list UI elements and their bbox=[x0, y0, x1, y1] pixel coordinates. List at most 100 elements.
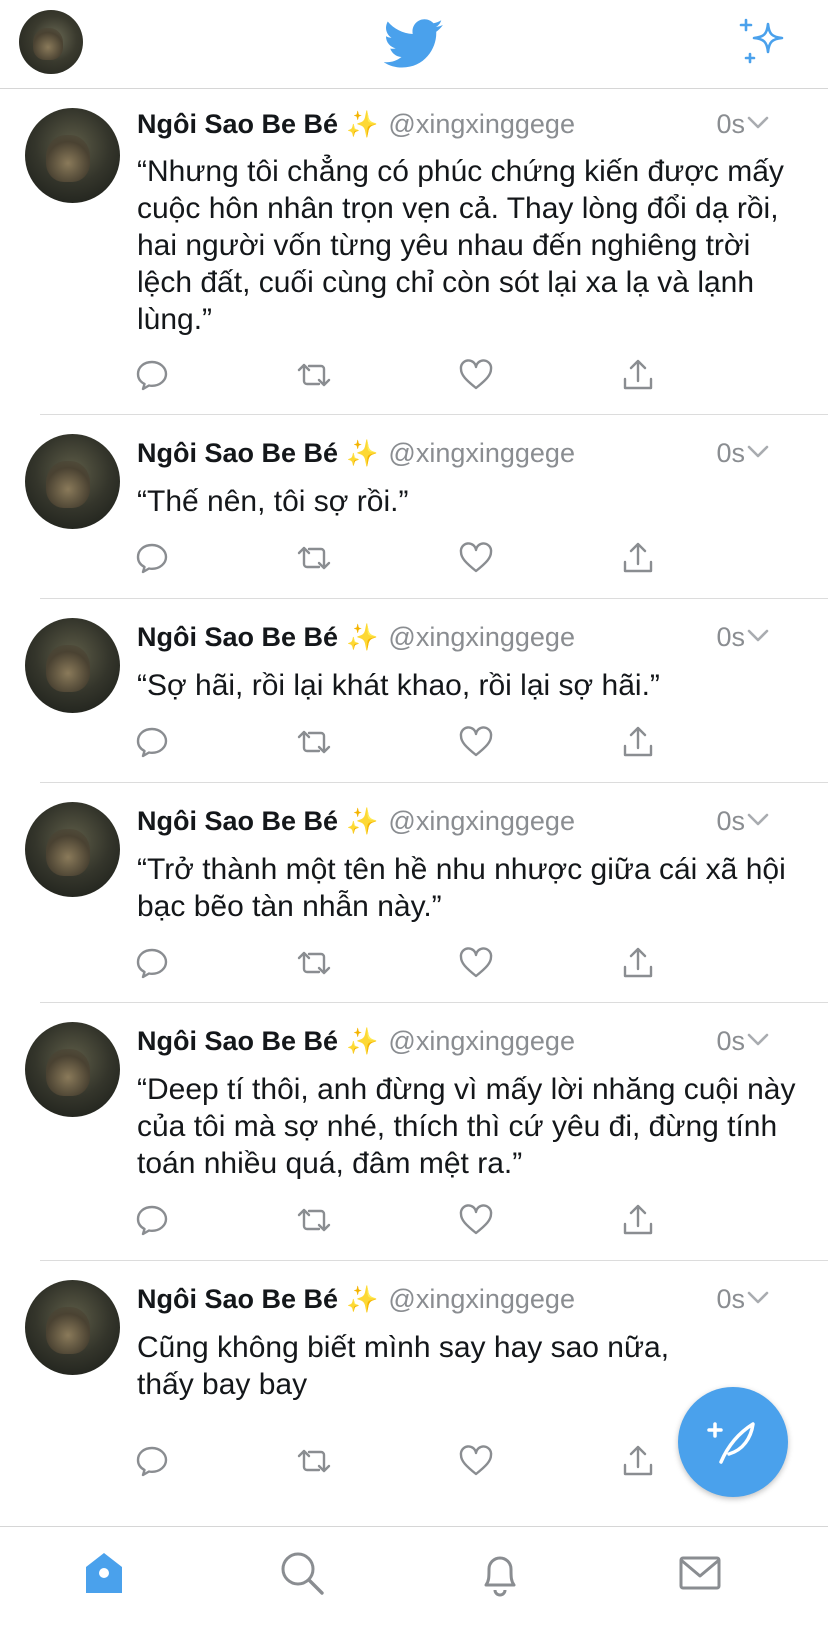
share-icon bbox=[623, 947, 653, 978]
chevron-down-icon[interactable] bbox=[747, 1033, 769, 1047]
reply-icon bbox=[136, 1205, 168, 1236]
author-handle: @xingxinggege bbox=[388, 622, 575, 652]
tweet-actions bbox=[0, 945, 828, 985]
avatar[interactable] bbox=[25, 1022, 120, 1117]
avatar[interactable] bbox=[25, 434, 120, 529]
chevron-down-icon[interactable] bbox=[747, 629, 769, 643]
tweet-text: “Thế nên, tôi sợ rồi.” bbox=[137, 485, 409, 518]
top-bar bbox=[0, 0, 828, 89]
reply-button[interactable] bbox=[134, 945, 174, 985]
author-handle: @xingxinggege bbox=[388, 806, 575, 836]
reply-icon bbox=[136, 1446, 168, 1477]
author-handle: @xingxinggege bbox=[388, 1284, 575, 1314]
nav-search[interactable] bbox=[278, 1549, 330, 1601]
tweet-actions bbox=[0, 357, 828, 397]
retweet-icon bbox=[297, 546, 331, 570]
share-button[interactable] bbox=[620, 1443, 660, 1483]
compose-feather-icon bbox=[707, 1422, 755, 1464]
sparkle-icon[interactable] bbox=[738, 18, 790, 70]
like-button[interactable] bbox=[458, 1202, 498, 1242]
author-name[interactable]: Ngôi Sao Be Bé bbox=[137, 1284, 338, 1314]
twitter-bird-icon[interactable] bbox=[384, 18, 444, 70]
reply-icon bbox=[136, 727, 168, 758]
tweet[interactable]: Ngôi Sao Be Bé ✨ @xingxinggege 0s “Nhưng t… bbox=[0, 89, 828, 415]
tweet-header: Ngôi Sao Be Bé ✨ @xingxinggege 0s bbox=[137, 1023, 797, 1059]
avatar[interactable] bbox=[25, 1280, 120, 1375]
share-button[interactable] bbox=[620, 724, 660, 764]
retweet-button[interactable] bbox=[296, 1443, 336, 1483]
mail-icon bbox=[679, 1556, 721, 1590]
avatar[interactable] bbox=[25, 618, 120, 713]
tweet[interactable]: Ngôi Sao Be Bé ✨ @xingxinggege 0s “Deep tí… bbox=[0, 1003, 828, 1261]
sparkle-badge: ✨ bbox=[346, 1026, 379, 1056]
timestamp: 0s bbox=[716, 438, 745, 468]
tweet[interactable]: Ngôi Sao Be Bé ✨ @xingxinggege 0s “Thế nên… bbox=[0, 415, 828, 599]
retweet-icon bbox=[297, 730, 331, 754]
chevron-down-icon[interactable] bbox=[747, 813, 769, 827]
heart-icon bbox=[459, 947, 493, 978]
reply-button[interactable] bbox=[134, 1443, 174, 1483]
retweet-button[interactable] bbox=[296, 1202, 336, 1242]
share-button[interactable] bbox=[620, 357, 660, 397]
timestamp: 0s bbox=[716, 1284, 745, 1314]
retweet-button[interactable] bbox=[296, 945, 336, 985]
timestamp: 0s bbox=[716, 109, 745, 139]
share-icon bbox=[623, 1204, 653, 1235]
like-button[interactable] bbox=[458, 1443, 498, 1483]
tweet-text: “Sợ hãi, rồi lại khát khao, rồi lại sợ h… bbox=[137, 669, 660, 702]
tweet-header: Ngôi Sao Be Bé ✨ @xingxinggege 0s bbox=[137, 435, 797, 471]
author-name[interactable]: Ngôi Sao Be Bé bbox=[137, 109, 338, 139]
profile-avatar[interactable] bbox=[19, 10, 83, 74]
reply-button[interactable] bbox=[134, 724, 174, 764]
share-button[interactable] bbox=[620, 540, 660, 580]
reply-button[interactable] bbox=[134, 357, 174, 397]
avatar[interactable] bbox=[25, 802, 120, 897]
tweet[interactable]: Ngôi Sao Be Bé ✨ @xingxinggege 0s “Trở thà… bbox=[0, 783, 828, 1003]
chevron-down-icon[interactable] bbox=[747, 116, 769, 130]
home-icon bbox=[86, 1553, 122, 1593]
retweet-button[interactable] bbox=[296, 357, 336, 397]
nav-notifications[interactable] bbox=[476, 1549, 528, 1601]
author-name[interactable]: Ngôi Sao Be Bé bbox=[137, 622, 338, 652]
like-button[interactable] bbox=[458, 945, 498, 985]
chevron-down-icon[interactable] bbox=[747, 1291, 769, 1305]
heart-icon bbox=[459, 726, 493, 757]
tweet-actions bbox=[0, 1202, 828, 1242]
retweet-icon bbox=[297, 1208, 331, 1232]
bottom-nav bbox=[0, 1526, 828, 1629]
timeline-feed[interactable]: Ngôi Sao Be Bé ✨ @xingxinggege 0s “Nhưng t… bbox=[0, 89, 828, 1526]
bell-icon bbox=[484, 1556, 516, 1597]
nav-home[interactable] bbox=[80, 1549, 132, 1601]
chevron-down-icon[interactable] bbox=[747, 445, 769, 459]
sparkle-badge: ✨ bbox=[346, 1284, 379, 1314]
tweet[interactable]: Ngôi Sao Be Bé ✨ @xingxinggege 0s “Sợ hãi,… bbox=[0, 599, 828, 783]
retweet-icon bbox=[297, 363, 331, 387]
tweet-header: Ngôi Sao Be Bé ✨ @xingxinggege 0s bbox=[137, 1281, 797, 1317]
tweet-header: Ngôi Sao Be Bé ✨ @xingxinggege 0s bbox=[137, 803, 797, 839]
tweet-header: Ngôi Sao Be Bé ✨ @xingxinggege 0s bbox=[137, 619, 797, 655]
like-button[interactable] bbox=[458, 357, 498, 397]
heart-icon bbox=[459, 1445, 493, 1476]
retweet-button[interactable] bbox=[296, 724, 336, 764]
nav-messages[interactable] bbox=[676, 1549, 728, 1601]
share-icon bbox=[623, 542, 653, 573]
compose-tweet-button[interactable] bbox=[678, 1387, 788, 1497]
share-icon bbox=[623, 359, 653, 390]
retweet-button[interactable] bbox=[296, 540, 336, 580]
share-button[interactable] bbox=[620, 1202, 660, 1242]
reply-button[interactable] bbox=[134, 540, 174, 580]
like-button[interactable] bbox=[458, 540, 498, 580]
author-handle: @xingxinggege bbox=[388, 1026, 575, 1056]
tweet-text: Cũng không biết mình say hay sao nữa, th… bbox=[137, 1331, 678, 1401]
heart-icon bbox=[459, 359, 493, 390]
like-button[interactable] bbox=[458, 724, 498, 764]
reply-button[interactable] bbox=[134, 1202, 174, 1242]
heart-icon bbox=[459, 542, 493, 573]
author-name[interactable]: Ngôi Sao Be Bé bbox=[137, 806, 338, 836]
author-name[interactable]: Ngôi Sao Be Bé bbox=[137, 438, 338, 468]
search-icon bbox=[281, 1552, 324, 1595]
share-icon bbox=[623, 1445, 653, 1476]
share-button[interactable] bbox=[620, 945, 660, 985]
avatar[interactable] bbox=[25, 108, 120, 203]
author-name[interactable]: Ngôi Sao Be Bé bbox=[137, 1026, 338, 1056]
